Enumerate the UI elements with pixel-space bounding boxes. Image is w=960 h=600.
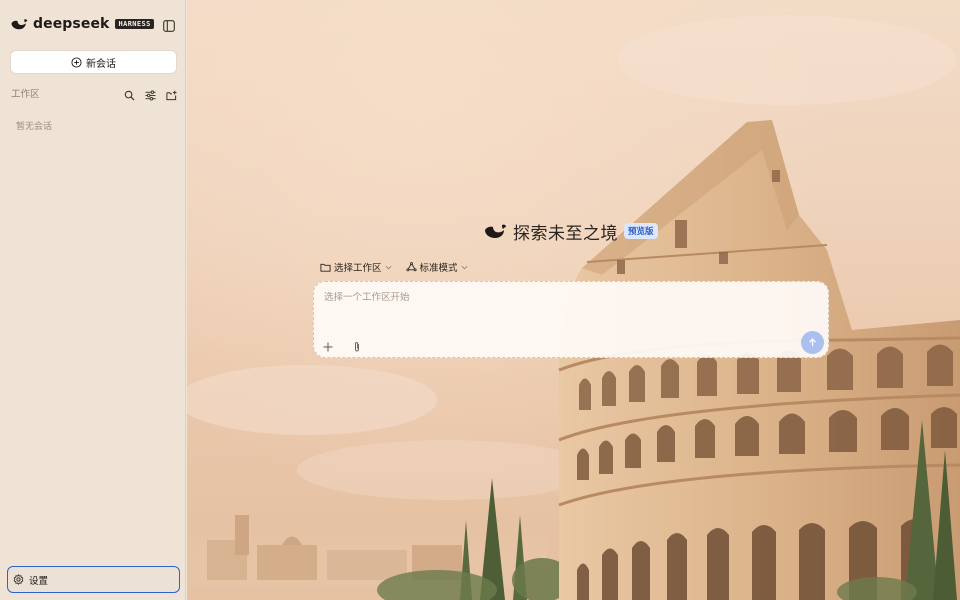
composer	[313, 281, 829, 358]
empty-sessions-text: 暂无会话	[16, 122, 53, 132]
new-folder-icon[interactable]	[166, 86, 177, 101]
prompt-input[interactable]	[324, 292, 794, 303]
arrow-up-icon	[809, 338, 816, 347]
whale-logo-icon	[485, 224, 506, 238]
whale-logo-icon	[11, 19, 28, 30]
plus-circle-icon	[71, 56, 82, 68]
search-icon[interactable]	[124, 86, 135, 101]
composer-toolbar: 选择工作区 标准模式	[320, 260, 468, 274]
gear-icon	[13, 574, 24, 585]
workspace-tools	[124, 86, 177, 101]
sidebar-toggle-icon[interactable]	[163, 17, 175, 32]
filter-sliders-icon[interactable]	[145, 86, 156, 101]
hero-heading: 探索未至之境 预览版	[483, 220, 658, 244]
workspace-select[interactable]: 选择工作区	[320, 260, 392, 274]
chevron-down-icon	[385, 265, 391, 269]
settings-label: 设置	[29, 575, 49, 587]
brand-name: deepseek	[33, 16, 110, 32]
send-button[interactable]	[801, 331, 824, 354]
preview-badge: 预览版	[624, 223, 658, 239]
settings-button[interactable]: 设置	[7, 566, 180, 593]
hero-title: 探索未至之境	[513, 223, 618, 244]
brand[interactable]: deepseek HARNESS	[10, 15, 154, 33]
mode-select[interactable]: 标准模式	[405, 260, 468, 274]
sidebar: deepseek HARNESS 新会话 工作区 暂无会话 设置	[0, 0, 186, 600]
chevron-down-icon	[461, 265, 467, 269]
mode-select-label: 标准模式	[419, 263, 458, 274]
main-area: 探索未至之境 预览版 选择工作区 标准模式	[187, 0, 960, 600]
workspace-select-label: 选择工作区	[334, 263, 382, 274]
mode-cycle-icon	[405, 261, 417, 271]
attachment-clip-icon[interactable]	[351, 338, 363, 352]
folder-icon	[320, 263, 331, 272]
workspace-header: 工作区	[11, 86, 177, 101]
new-chat-label: 新会话	[86, 58, 116, 70]
plus-icon[interactable]	[322, 338, 334, 352]
brand-badge: HARNESS	[115, 19, 154, 29]
workspace-title: 工作区	[11, 89, 40, 100]
new-chat-button[interactable]: 新会话	[10, 50, 177, 74]
